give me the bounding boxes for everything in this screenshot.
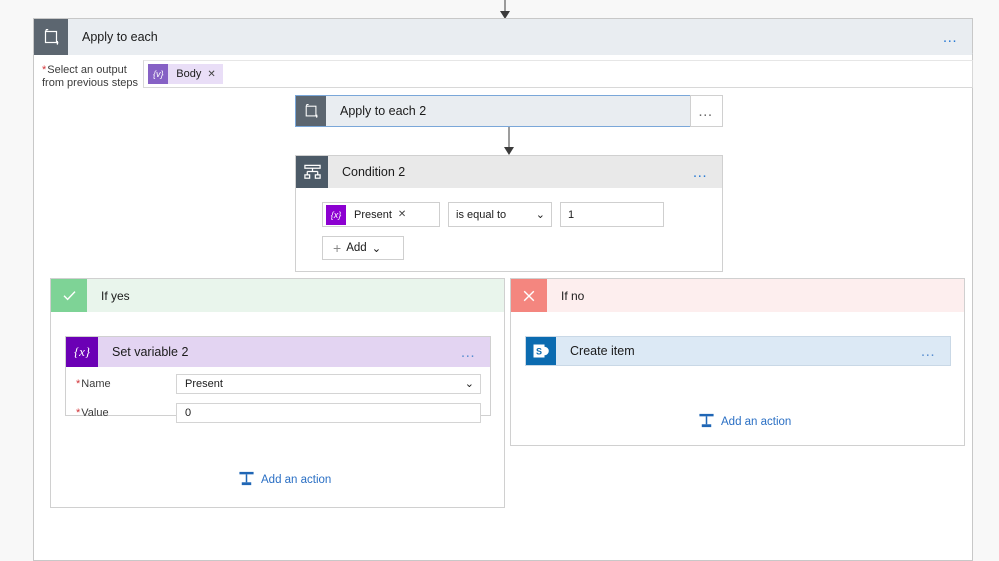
set-variable-card: {x} Set variable 2 … *Name Present ⌄ *Va…	[65, 336, 491, 423]
select-output-label-line2: from previous steps	[42, 77, 138, 89]
loop-icon-svg	[305, 103, 318, 118]
add-action-label-if-no: Add an action	[721, 416, 792, 428]
apply-to-each-header[interactable]: Apply to each …	[33, 18, 973, 55]
sharepoint-icon: S	[526, 337, 556, 365]
add-action-button-if-no[interactable]: Add an action	[698, 412, 791, 432]
create-item-header[interactable]: S Create item …	[526, 337, 950, 365]
present-token-label: Present	[354, 208, 392, 221]
loop-icon-svg	[44, 28, 58, 45]
branch-if-no-title: If no	[561, 288, 585, 303]
body-token[interactable]: {v} Body ✕	[148, 64, 223, 84]
condition-value-text: 1	[568, 208, 575, 221]
apply-to-each-menu-button[interactable]: …	[930, 19, 972, 55]
add-action-label-if-yes: Add an action	[261, 474, 332, 486]
arrow-apply2-to-condition	[499, 127, 519, 155]
condition-icon	[296, 156, 328, 188]
apply-to-each-2-menu-button[interactable]: …	[690, 95, 723, 127]
condition-add-label: Add	[346, 242, 367, 254]
condition-card: Condition 2 … {x} Present ✕ is equal to …	[295, 155, 723, 272]
chevron-down-icon: ⌄	[464, 378, 474, 390]
create-item-card: S Create item …	[525, 336, 951, 366]
set-variable-name-row: *Name Present ⌄	[66, 371, 490, 396]
condition-left-operand[interactable]: {x} Present ✕	[322, 202, 440, 227]
loop-icon	[34, 19, 68, 55]
branch-if-yes-title: If yes	[101, 288, 130, 303]
variable-icon: {x}	[326, 204, 346, 225]
condition-operator-select[interactable]: is equal to ⌄	[448, 202, 552, 227]
add-action-icon	[698, 412, 715, 432]
close-icon-svg	[523, 290, 535, 301]
set-variable-name-value: Present	[185, 377, 223, 390]
set-variable-value-text: 0	[185, 406, 192, 419]
condition-add-button[interactable]: + Add ⌄	[322, 236, 404, 260]
condition-body: {x} Present ✕ is equal to ⌄ 1 + Add ⌄	[296, 188, 722, 260]
plus-icon: +	[333, 240, 342, 256]
variable-icon-glyph: {x}	[73, 344, 91, 359]
set-variable-value-label: *Value	[76, 407, 176, 419]
select-output-input[interactable]: {v} Body ✕	[143, 60, 973, 88]
chevron-down-icon: ⌄	[371, 243, 382, 255]
loop-icon	[296, 96, 326, 126]
set-variable-value-label-text: Value	[81, 406, 109, 419]
close-icon	[511, 279, 547, 312]
set-variable-menu-button[interactable]: …	[448, 337, 490, 367]
branch-if-no-header: If no	[511, 279, 964, 312]
set-variable-title: Set variable 2	[112, 345, 189, 359]
present-token-remove-icon[interactable]: ✕	[398, 209, 413, 220]
flow-designer-canvas: Apply to each … *Select an output from p…	[0, 0, 999, 561]
checkmark-icon-svg	[63, 291, 76, 301]
select-output-label: *Select an output from previous steps	[42, 60, 141, 90]
add-action-button-if-yes[interactable]: Add an action	[238, 470, 331, 490]
add-action-icon	[238, 470, 255, 490]
set-variable-value-row: *Value 0	[66, 400, 490, 425]
condition-right-operand[interactable]: 1	[560, 202, 664, 227]
set-variable-name-label-text: Name	[81, 377, 111, 390]
add-action-icon-svg	[239, 471, 254, 486]
select-output-label-line1: Select an output	[47, 64, 127, 76]
create-item-menu-button[interactable]: …	[908, 337, 950, 365]
arrow-into-apply-to-each	[495, 0, 515, 19]
condition-header[interactable]: Condition 2 …	[296, 156, 722, 188]
required-marker: *	[76, 377, 81, 390]
svg-text:S: S	[536, 346, 542, 356]
create-item-title: Create item	[570, 344, 635, 358]
condition-icon-svg	[303, 164, 321, 179]
select-output-row: *Select an output from previous steps {v…	[42, 60, 973, 90]
set-variable-name-input[interactable]: Present ⌄	[176, 373, 481, 394]
required-marker: *	[76, 406, 81, 419]
apply-to-each-2-header[interactable]: Apply to each 2	[295, 95, 723, 127]
condition-operator-value: is equal to	[456, 208, 507, 221]
chevron-down-icon: ⌄	[535, 209, 545, 221]
condition-row: {x} Present ✕ is equal to ⌄ 1	[322, 202, 722, 227]
condition-title: Condition 2	[342, 165, 406, 179]
sharepoint-icon-svg: S	[533, 344, 549, 358]
apply-to-each-2-title: Apply to each 2	[340, 104, 427, 118]
set-variable-value-input[interactable]: 0	[176, 402, 481, 423]
required-marker: *	[42, 64, 47, 76]
variable-icon: {x}	[66, 337, 98, 367]
condition-menu-button[interactable]: …	[680, 156, 722, 188]
present-token[interactable]: {x} Present ✕	[326, 204, 413, 225]
branch-if-yes-header: If yes	[51, 279, 504, 312]
apply-to-each-title: Apply to each	[82, 30, 158, 44]
body-token-remove-icon[interactable]: ✕	[207, 69, 222, 80]
set-variable-header[interactable]: {x} Set variable 2 …	[66, 337, 490, 367]
set-variable-name-label: *Name	[76, 378, 176, 390]
dynamic-content-icon: {v}	[148, 64, 169, 84]
add-action-icon-svg	[699, 413, 714, 428]
body-token-label: Body	[176, 68, 202, 80]
checkmark-icon	[51, 279, 87, 312]
